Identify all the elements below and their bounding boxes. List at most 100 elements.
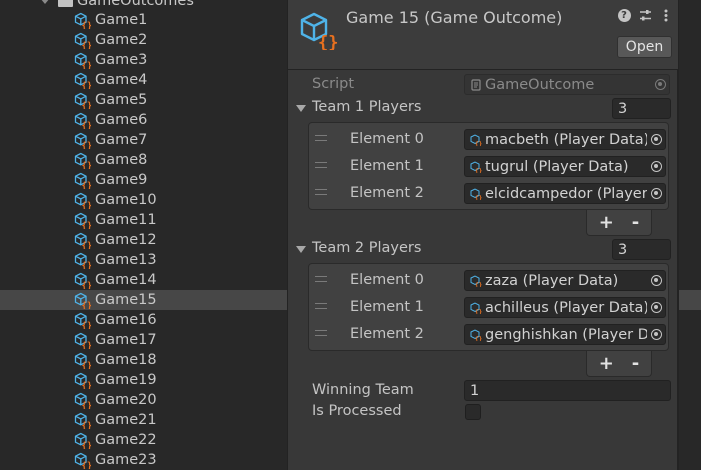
team2-label[interactable]: Team 2 Players	[312, 240, 421, 256]
tree-item-label: Game5	[95, 92, 148, 108]
tree-item[interactable]: {}Game1	[0, 10, 287, 30]
folder-expand-arrow-icon[interactable]	[40, 0, 50, 4]
team1-label[interactable]: Team 1 Players	[312, 99, 421, 115]
tree-item[interactable]: {}Game3	[0, 50, 287, 70]
object-picker-icon[interactable]	[647, 271, 665, 290]
tree-item-label: Game11	[95, 212, 157, 228]
svg-text:{}: {}	[82, 161, 92, 169]
svg-text:{}: {}	[82, 381, 92, 389]
element-object-field[interactable]: {} zaza (Player Data)	[464, 270, 666, 291]
tree-item[interactable]: {}Game9	[0, 170, 287, 190]
tree-item[interactable]: {}Game7	[0, 130, 287, 150]
element-object-field[interactable]: {} achilleus (Player Data)	[464, 297, 666, 318]
element-value: achilleus (Player Data)	[485, 299, 647, 316]
tree-item[interactable]: {}Game14	[0, 270, 287, 290]
tree-item[interactable]: {}Game4	[0, 70, 287, 90]
drag-handle-icon[interactable]	[315, 135, 327, 141]
scriptable-object-icon: {}	[74, 152, 91, 169]
element-object-field[interactable]: {} tugrul (Player Data)	[464, 156, 666, 177]
object-picker-icon[interactable]	[647, 130, 665, 149]
svg-text:{}: {}	[475, 195, 482, 200]
open-button[interactable]: Open	[617, 36, 672, 58]
object-picker-icon[interactable]	[647, 325, 665, 344]
scriptable-object-icon: {}	[74, 392, 91, 409]
svg-text:{}: {}	[82, 361, 92, 369]
tree-item[interactable]: {}Game21	[0, 410, 287, 430]
folder-row[interactable]: GameOutcomes	[40, 0, 194, 10]
object-picker-icon[interactable]	[647, 157, 665, 176]
drag-handle-icon[interactable]	[315, 303, 327, 309]
tree-item[interactable]: {}Game17	[0, 330, 287, 350]
tree-item[interactable]: {}Game6	[0, 110, 287, 130]
project-tree: GameOutcomes {}Game1{}Game2{}Game3{}Game…	[0, 0, 287, 470]
scriptable-object-icon: {}	[74, 352, 91, 369]
team2-add-button[interactable]: +	[599, 353, 614, 374]
tree-item-label: Game23	[95, 452, 157, 468]
scriptable-object-icon: {}	[74, 332, 91, 349]
drag-handle-icon[interactable]	[315, 162, 327, 168]
element-object-field[interactable]: {}elcidcampedor (Player Data)	[464, 183, 666, 204]
team2-remove-button[interactable]: -	[632, 353, 639, 374]
tree-item-label: Game4	[95, 72, 148, 88]
svg-text:{}: {}	[82, 261, 92, 269]
element-object-field[interactable]: {} macbeth (Player Data)	[464, 129, 666, 150]
tree-item[interactable]: {}Game18	[0, 350, 287, 370]
drag-handle-icon[interactable]	[315, 189, 327, 195]
scriptable-object-icon: {}	[74, 112, 91, 129]
tree-item[interactable]: {}Game12	[0, 230, 287, 250]
tree-item[interactable]: {}Game19	[0, 370, 287, 390]
tree-item-label: Game12	[95, 232, 157, 248]
tree-item[interactable]: {}Game13	[0, 250, 287, 270]
tree-item-label: Game2	[95, 32, 148, 48]
drag-handle-icon[interactable]	[315, 330, 327, 336]
tree-item[interactable]: {}Game11	[0, 210, 287, 230]
preset-sliders-icon[interactable]	[638, 8, 652, 22]
player-data-icon: {}	[470, 133, 483, 148]
team1-size-value: 3	[618, 100, 628, 117]
scriptable-object-icon: {}	[74, 192, 91, 209]
tree-item[interactable]: {}Game15	[0, 290, 287, 310]
scriptable-object-icon: {}	[74, 272, 91, 289]
tree-item-label: Game22	[95, 432, 157, 448]
winning-team-label: Winning Team	[312, 382, 414, 398]
scriptable-object-icon: {}	[74, 172, 91, 189]
team2-foldout-arrow-icon[interactable]	[296, 246, 306, 253]
team2-size-field[interactable]: 3	[612, 239, 671, 260]
scriptable-object-icon: {}	[74, 132, 91, 149]
tree-item-label: Game17	[95, 332, 157, 348]
tree-item-label: Game9	[95, 172, 148, 188]
object-picker-icon[interactable]	[647, 184, 665, 203]
tree-item[interactable]: {}Game20	[0, 390, 287, 410]
tree-item[interactable]: {}Game22	[0, 430, 287, 450]
script-label: Script	[312, 76, 355, 92]
tree-item[interactable]: {}Game16	[0, 310, 287, 330]
tree-item-label: Game6	[95, 112, 148, 128]
scriptable-object-icon: {}	[74, 432, 91, 449]
object-picker-icon[interactable]	[647, 298, 665, 317]
element-value: elcidcampedor (Player Data)	[485, 185, 647, 202]
tree-item[interactable]: {}Game10	[0, 190, 287, 210]
svg-text:{}: {}	[82, 141, 92, 149]
team1-remove-button[interactable]: -	[632, 212, 639, 233]
team1-foldout-arrow-icon[interactable]	[296, 105, 306, 112]
help-icon[interactable]: ?	[617, 8, 631, 22]
svg-text:{}: {}	[82, 461, 92, 469]
script-value: GameOutcome	[485, 76, 595, 93]
team1-list: Element 0{} macbeth (Player Data) Element …	[308, 122, 669, 210]
team1-add-button[interactable]: +	[599, 212, 614, 233]
tree-item[interactable]: {}Game23	[0, 450, 287, 470]
winning-team-value: 1	[470, 382, 480, 399]
drag-handle-icon[interactable]	[315, 276, 327, 282]
tree-item[interactable]: {}Game2	[0, 30, 287, 50]
is-processed-checkbox[interactable]	[465, 404, 481, 420]
element-label: Element 0	[350, 131, 424, 147]
winning-team-field[interactable]: 1	[464, 380, 671, 401]
svg-text:{}: {}	[82, 101, 92, 109]
element-object-field[interactable]: {}genghishkan (Player Data)	[464, 324, 666, 345]
tree-item[interactable]: {}Game5	[0, 90, 287, 110]
script-file-icon	[470, 78, 482, 91]
kebab-menu-icon[interactable]	[659, 8, 673, 22]
team1-size-field[interactable]: 3	[612, 98, 671, 119]
tree-item[interactable]: {}Game8	[0, 150, 287, 170]
scriptable-object-icon: {}	[298, 10, 338, 53]
